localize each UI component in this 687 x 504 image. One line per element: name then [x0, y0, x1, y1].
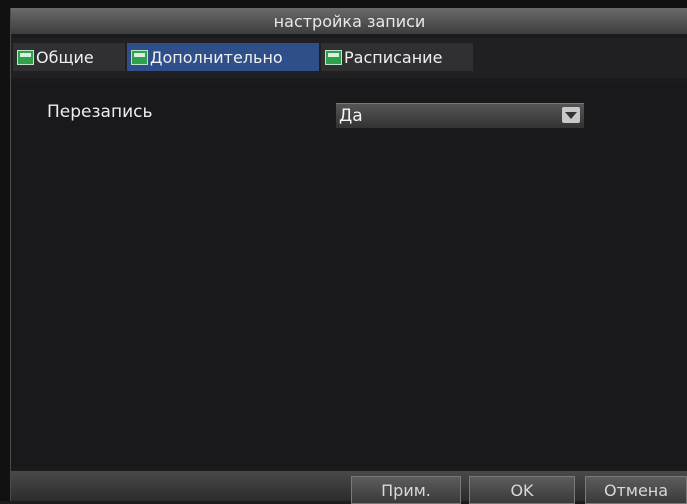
- overwrite-select[interactable]: Да: [336, 103, 584, 128]
- apply-button[interactable]: Прим.: [351, 476, 461, 504]
- tab-label: Общие: [36, 47, 94, 67]
- record-settings-dialog: настройка записи Общие Дополнительно Рас…: [10, 8, 687, 504]
- button-bar: Прим. OK Отмена: [11, 471, 687, 504]
- tab-bar: Общие Дополнительно Расписание: [11, 38, 687, 78]
- tab-general[interactable]: Общие: [13, 43, 125, 71]
- tab-schedule[interactable]: Расписание: [321, 43, 473, 71]
- chevron-down-icon[interactable]: [562, 107, 580, 123]
- overwrite-label: Перезапись: [47, 102, 153, 122]
- image-icon: [131, 49, 148, 65]
- screen: настройка записи Общие Дополнительно Рас…: [0, 0, 687, 504]
- dialog-title: настройка записи: [273, 12, 426, 31]
- image-icon: [325, 49, 342, 65]
- title-bar: настройка записи: [11, 8, 687, 34]
- settings-panel: Перезапись Да: [11, 82, 687, 467]
- tab-label: Расписание: [344, 47, 443, 67]
- tab-advanced[interactable]: Дополнительно: [127, 43, 319, 71]
- overwrite-value: Да: [339, 106, 363, 126]
- tab-label: Дополнительно: [150, 47, 283, 67]
- cancel-button[interactable]: Отмена: [585, 476, 687, 504]
- ok-button[interactable]: OK: [469, 476, 575, 504]
- image-icon: [17, 49, 34, 65]
